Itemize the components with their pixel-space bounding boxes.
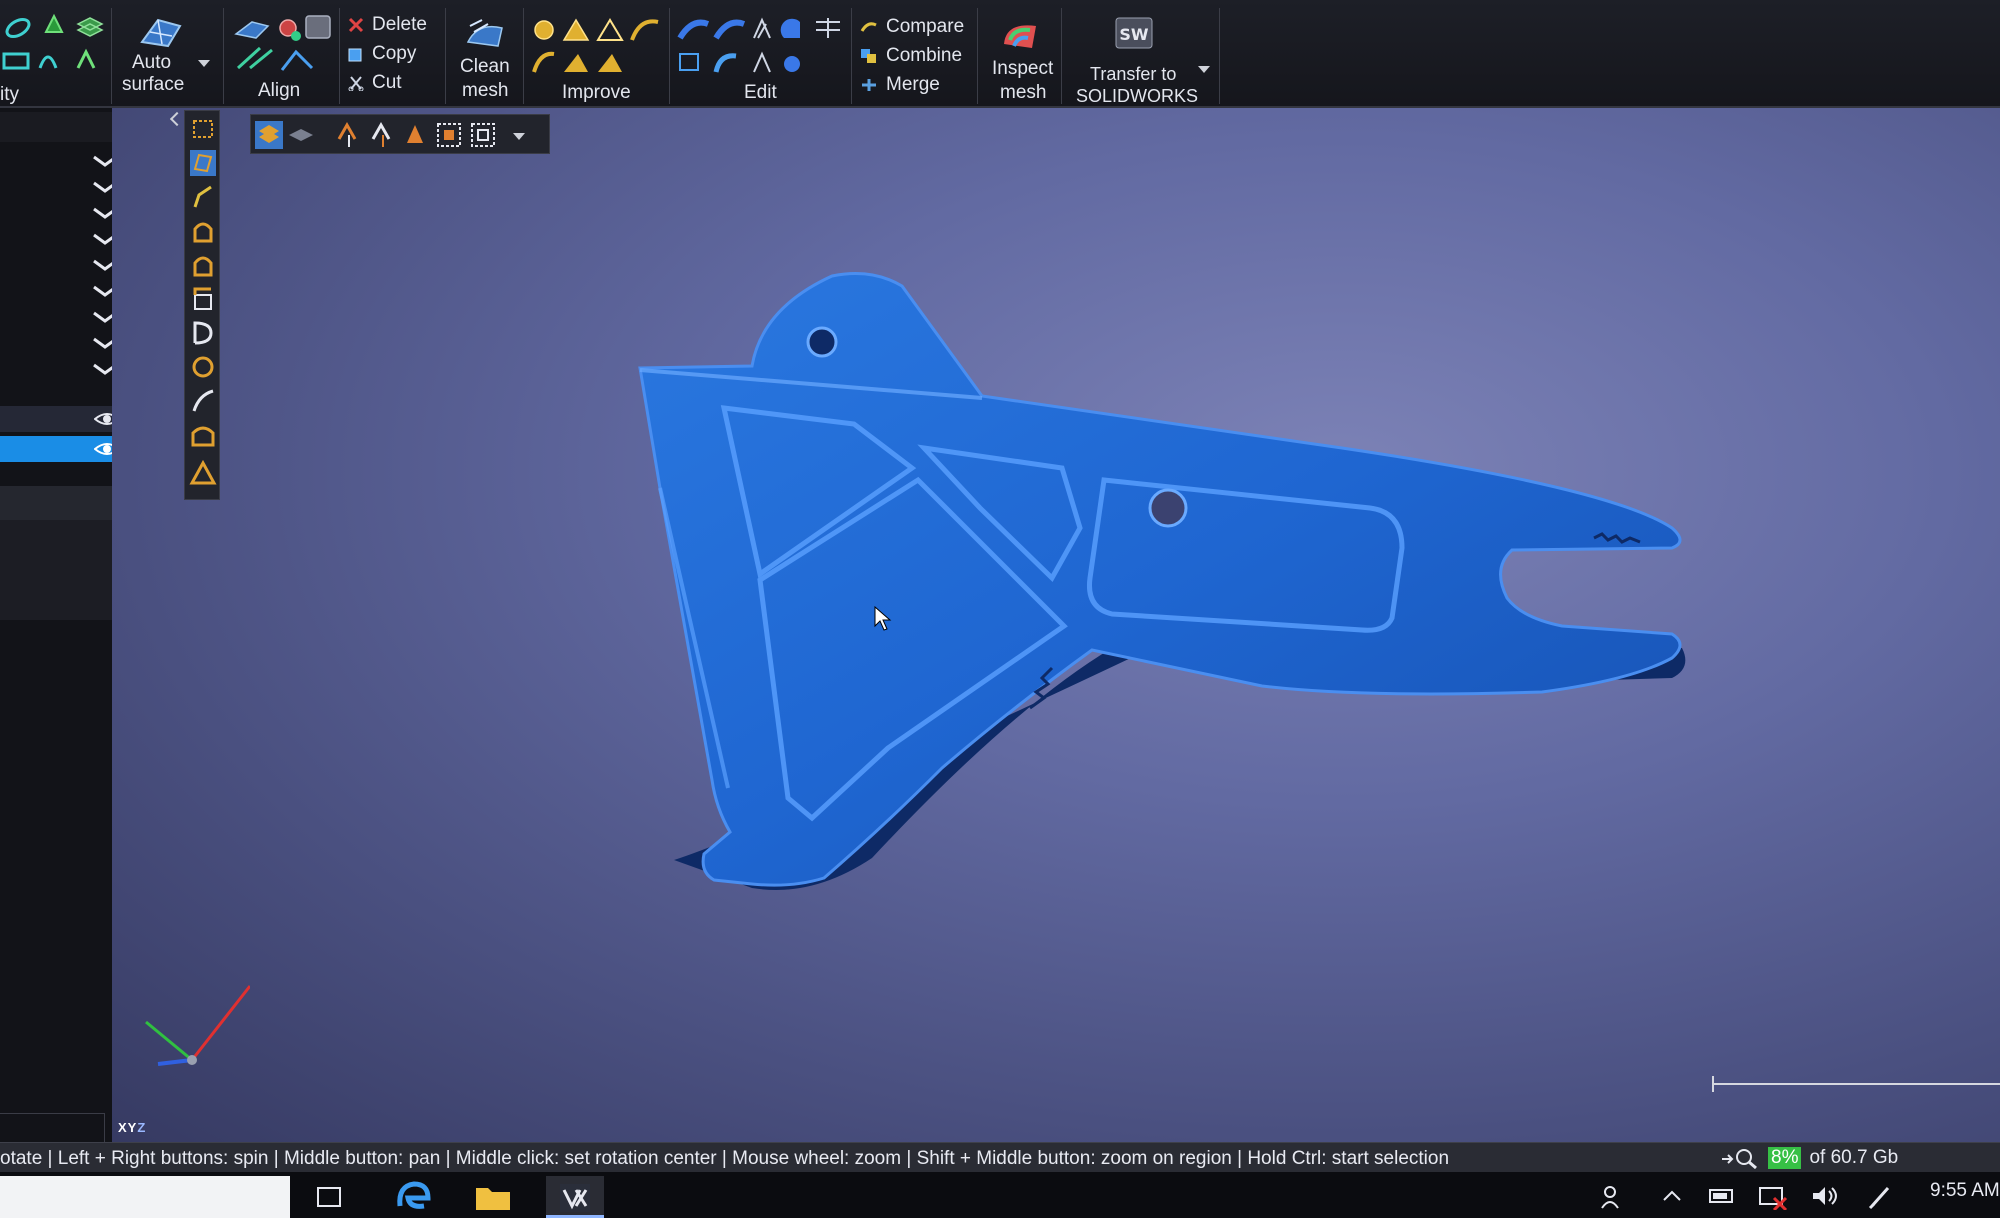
improve-tools-icon[interactable]	[530, 14, 666, 84]
edit-label: Edit	[744, 82, 777, 103]
copy-button[interactable]: Copy	[348, 43, 416, 65]
edit-small-group: Delete Copy Cut	[340, 8, 446, 104]
transfer-label-line1: Transfer to	[1090, 64, 1177, 84]
combine-icon	[861, 49, 876, 63]
windows-taskbar: 9:55 AM	[0, 1172, 2000, 1218]
scale-bar	[1712, 1076, 2000, 1092]
clean-mesh-label-line1: Clean	[460, 56, 510, 77]
battery-icon[interactable]	[1708, 1184, 1736, 1208]
auto-surface-icon	[140, 18, 182, 48]
panel-footer	[0, 1113, 105, 1143]
tree-row[interactable]	[0, 150, 128, 176]
combine-small-group: Compare Combine Merge	[852, 8, 978, 104]
transfer-label-line2: SOLIDWORKS	[1076, 86, 1199, 106]
pen-icon[interactable]	[1866, 1184, 1894, 1210]
chevron-up-icon[interactable]	[1660, 1184, 1684, 1208]
ribbon-group-partial: ity	[0, 8, 112, 105]
3d-viewport[interactable]: XYZ	[112, 108, 2000, 1143]
vxelements-app-button[interactable]	[546, 1176, 604, 1218]
edit-tools-icon[interactable]	[676, 14, 848, 84]
curve-tools-icon[interactable]	[2, 10, 106, 70]
mount-hole-top	[806, 326, 838, 358]
taskbar-search-box[interactable]	[0, 1176, 290, 1218]
transfer-solidworks-group[interactable]: SW Transfer to SOLIDWORKS	[1062, 8, 1220, 106]
status-bar: otate | Left + Right buttons: spin | Mid…	[0, 1142, 2000, 1172]
edge-browser-icon	[397, 1181, 431, 1209]
memory-usage: 8% of 60.7 Gb	[1720, 1146, 1898, 1170]
mouse-hints-text: otate | Left + Right buttons: spin | Mid…	[0, 1148, 1450, 1169]
edit-group: Edit	[670, 8, 852, 104]
auto-surface-label-line1: Auto	[132, 52, 172, 73]
cut-button[interactable]: Cut	[348, 72, 402, 94]
tree-row[interactable]	[0, 202, 128, 228]
solidworks-logo-icon: SW	[1115, 17, 1153, 49]
delete-x-icon	[348, 17, 364, 33]
tree-row-selected[interactable]	[0, 436, 128, 462]
taskbar-clock[interactable]: 9:55 AM	[1930, 1180, 2000, 1202]
clean-mesh-group[interactable]: Clean mesh	[446, 8, 524, 104]
task-view-icon	[317, 1187, 341, 1207]
align-label: Align	[258, 80, 301, 101]
tree-row[interactable]	[0, 306, 128, 332]
memory-total: of 60.7 Gb	[1809, 1147, 1899, 1168]
improve-group: Improve	[524, 8, 670, 104]
align-group: Align	[224, 8, 340, 104]
mouse-cursor-icon	[874, 606, 892, 631]
delete-button[interactable]: Delete	[348, 14, 427, 36]
transfer-dropdown-icon[interactable]	[1198, 66, 1210, 73]
axis-triad-icon[interactable]	[140, 978, 250, 1088]
clean-mesh-label-line2: mesh	[462, 80, 509, 101]
compare-icon	[860, 22, 877, 32]
svg-text:SW: SW	[1119, 25, 1149, 44]
inspect-mesh-label-line2: mesh	[1000, 82, 1047, 103]
ribbon-toolbar: ity Auto surface Align Delete Copy Cut C…	[0, 0, 2000, 108]
task-view-button[interactable]	[300, 1176, 358, 1218]
align-tools-icon[interactable]	[230, 12, 334, 76]
mount-hole-middle	[1148, 488, 1188, 528]
inspect-mesh-group[interactable]: Inspect mesh	[978, 8, 1062, 104]
network-warning-icon[interactable]	[1758, 1184, 1788, 1210]
auto-surface-label-line2: surface	[122, 74, 185, 95]
edge-browser-button[interactable]	[384, 1176, 442, 1218]
tree-row[interactable]	[0, 280, 128, 306]
tree-row[interactable]	[0, 406, 128, 432]
volume-icon[interactable]	[1810, 1184, 1840, 1208]
improve-label: Improve	[562, 82, 631, 103]
partial-group-label: ity	[0, 84, 19, 105]
merge-button[interactable]: Merge	[860, 74, 940, 96]
clean-mesh-icon	[466, 19, 503, 47]
compare-button[interactable]: Compare	[860, 16, 964, 38]
inspect-mesh-label-line1: Inspect	[992, 58, 1054, 79]
tree-row[interactable]	[0, 254, 128, 280]
combine-button[interactable]: Combine	[860, 45, 962, 67]
inspect-mesh-icon	[1004, 25, 1036, 48]
axis-label: XYZ	[118, 1120, 147, 1135]
file-explorer-button[interactable]	[464, 1176, 522, 1218]
tree-row[interactable]	[0, 176, 128, 202]
scanned-bracket-mesh[interactable]	[112, 108, 2000, 1143]
tree-row[interactable]	[0, 332, 128, 358]
auto-surface-group[interactable]: Auto surface	[112, 8, 224, 104]
copy-icon	[348, 48, 362, 62]
vxelements-app-icon	[560, 1184, 590, 1212]
auto-surface-dropdown-icon[interactable]	[198, 60, 210, 67]
cut-scissors-icon	[348, 76, 364, 91]
mesh-body[interactable]	[638, 272, 1682, 887]
memory-zoom-icon	[1722, 1149, 1757, 1169]
merge-icon	[862, 79, 876, 91]
people-icon[interactable]	[1598, 1184, 1626, 1210]
tree-row[interactable]	[0, 228, 128, 254]
folder-icon	[476, 1188, 510, 1210]
tree-row[interactable]	[0, 358, 128, 384]
memory-percent: 8%	[1768, 1147, 1802, 1169]
